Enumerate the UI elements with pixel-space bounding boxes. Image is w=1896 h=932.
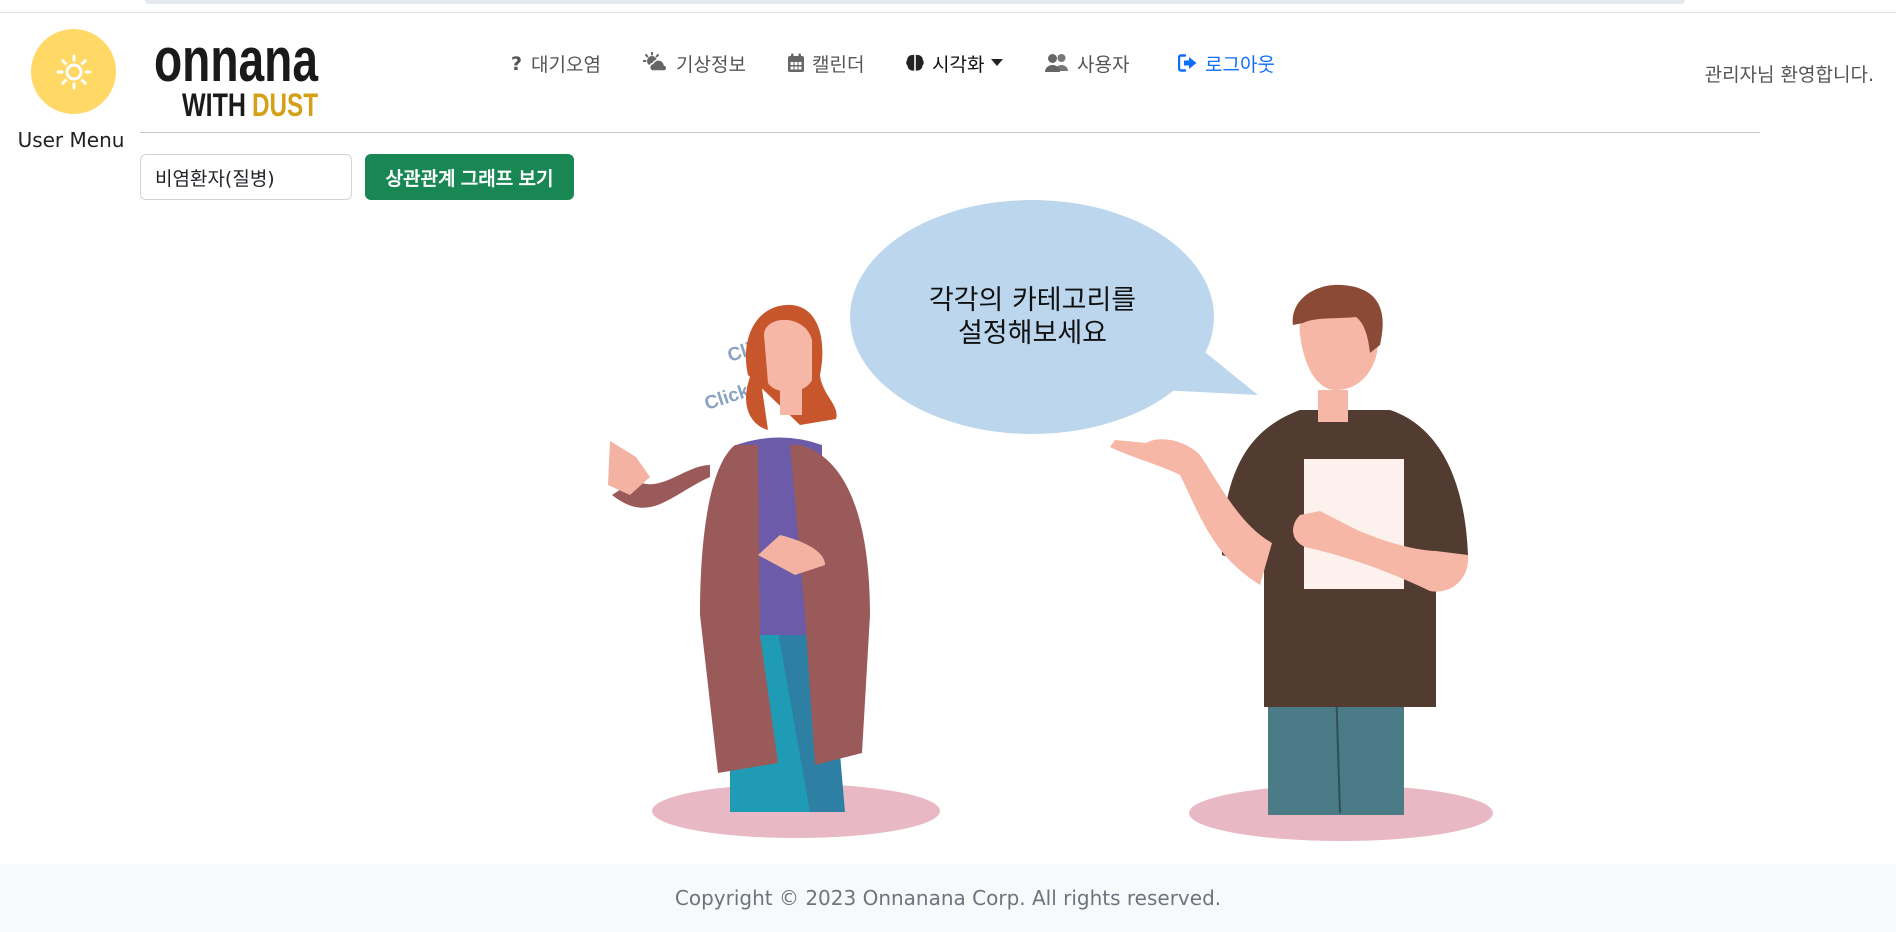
category-select-value: 비염환자(질병) bbox=[155, 167, 275, 190]
category-select[interactable]: 비염환자(질병) bbox=[140, 154, 352, 200]
users-icon bbox=[1044, 53, 1070, 73]
header-divider bbox=[140, 132, 1760, 133]
nav-label: 캘린더 bbox=[812, 53, 865, 76]
nav-weather[interactable]: 기상정보 bbox=[643, 48, 746, 78]
user-avatar[interactable] bbox=[31, 29, 116, 114]
copyright-text: Copyright © 2023 Onnanana Corp. All righ… bbox=[674, 886, 1222, 910]
nav-users[interactable]: 사용자 bbox=[1044, 48, 1129, 78]
welcome-message: 관리자님 환영합니다. bbox=[1704, 64, 1874, 86]
nav-label: 사용자 bbox=[1077, 53, 1130, 76]
footer: Copyright © 2023 Onnanana Corp. All righ… bbox=[0, 864, 1896, 932]
brain-icon bbox=[905, 53, 925, 73]
nav-air-pollution[interactable]: ? 대기오염 bbox=[510, 48, 601, 78]
nav-label: 시각화 bbox=[932, 53, 985, 76]
logo-line1: onnana bbox=[154, 26, 318, 95]
calendar-icon bbox=[787, 53, 805, 73]
logout-icon bbox=[1178, 54, 1198, 72]
svg-text:?: ? bbox=[511, 53, 522, 73]
cloud-sun-icon bbox=[643, 52, 669, 74]
nav-label: 대기오염 bbox=[531, 53, 601, 76]
logo-line2-with: WITH bbox=[182, 87, 246, 122]
onnana-logo[interactable]: onnana WITH DUST bbox=[154, 26, 324, 122]
correlation-graph-button[interactable]: 상관관계 그래프 보기 bbox=[365, 154, 574, 200]
speech-bubble-text: 각각의 카테고리를 설정해보세요 bbox=[900, 284, 1165, 350]
user-menu-label[interactable]: User Menu bbox=[0, 128, 142, 152]
nav-calendar[interactable]: 캘린더 bbox=[787, 48, 864, 78]
nav-visualization[interactable]: 시각화 bbox=[905, 48, 1004, 78]
speech-line-2: 설정해보세요 bbox=[957, 318, 1108, 349]
logo-line2-dust: DUST bbox=[252, 87, 318, 122]
top-divider bbox=[0, 12, 1896, 13]
nav-label: 기상정보 bbox=[676, 53, 746, 76]
nav-logout[interactable]: 로그아웃 bbox=[1178, 48, 1275, 78]
speech-line-1: 각각의 카테고리를 bbox=[928, 285, 1137, 316]
sun-icon bbox=[56, 54, 91, 89]
question-icon: ? bbox=[510, 53, 524, 73]
caret-down-icon bbox=[991, 59, 1004, 67]
browser-top-bar bbox=[145, 0, 1685, 4]
nav-label: 로그아웃 bbox=[1205, 53, 1275, 76]
woman-figure bbox=[608, 304, 870, 812]
